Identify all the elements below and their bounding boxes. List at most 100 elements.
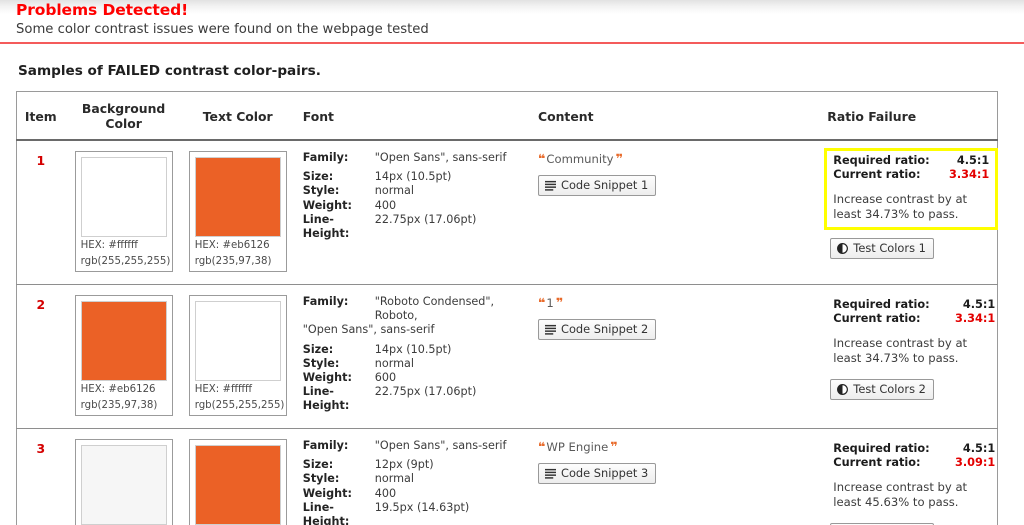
font-weight-row: Weight:400 bbox=[303, 199, 521, 213]
page-subtitle: Some color contrast issues were found on… bbox=[16, 21, 1008, 38]
test-colors-button-wrapper: Test Colors 1 bbox=[830, 230, 993, 259]
required-ratio-row: Required ratio:4.5:1 bbox=[833, 298, 995, 312]
font-line-height-row: Line-Height:19.5px (14.63pt) bbox=[303, 501, 521, 525]
contrast-results-table: Item Background Color Text Color Font Co… bbox=[16, 91, 998, 525]
font-size-value: 12px (9pt) bbox=[375, 458, 434, 472]
font-line-height-label: Line-Height: bbox=[303, 501, 375, 525]
font-family-label: Family: bbox=[303, 439, 375, 453]
test-colors-button-label: Test Colors 2 bbox=[853, 382, 926, 396]
background-color-rgb: rgb(235,97,38) bbox=[81, 397, 167, 413]
background-color-cell: HEX: #f6f6f6rgb(246,246,246) bbox=[65, 429, 183, 525]
font-style-value: normal bbox=[375, 472, 414, 486]
quote-close-icon: ❞ bbox=[610, 439, 616, 454]
column-header-background-color-line1: Background bbox=[82, 101, 165, 116]
font-family-row: Family:"Open Sans", sans-serif bbox=[303, 151, 521, 165]
background-color-hex: HEX: #eb6126 bbox=[81, 381, 167, 397]
font-style-row: Style:normal bbox=[303, 184, 521, 198]
required-ratio-label: Required ratio: bbox=[833, 442, 929, 456]
quote-close-icon: ❞ bbox=[616, 151, 622, 166]
text-color-swatch: HEX: #eb6126rgb(235,97,38) bbox=[189, 151, 287, 272]
required-ratio-value: 4.5:1 bbox=[963, 442, 995, 456]
font-family-row: Family:"Roboto Condensed", Roboto, bbox=[303, 295, 521, 323]
quote-close-icon: ❞ bbox=[556, 295, 562, 310]
text-color-rgb: rgb(255,255,255) bbox=[195, 397, 281, 413]
font-size-value: 14px (10.5pt) bbox=[375, 170, 452, 184]
font-style-label: Style: bbox=[303, 184, 375, 198]
row-item-number: 1 bbox=[17, 140, 65, 285]
font-family-value: "Roboto Condensed", Roboto, bbox=[375, 295, 521, 323]
results-table-wrapper: Item Background Color Text Color Font Co… bbox=[0, 91, 1024, 525]
font-family-line2: "Open Sans", sans-serif bbox=[303, 323, 521, 337]
content-sample: ❝WP Engine❞ bbox=[538, 439, 813, 455]
column-header-font: Font bbox=[293, 92, 525, 141]
test-colors-button[interactable]: Test Colors 1 bbox=[830, 238, 934, 259]
required-ratio-row: Required ratio: 4.5:1 bbox=[833, 442, 995, 456]
content-cell: ❝WP Engine❞ Code Snippet 3 bbox=[525, 429, 817, 525]
column-header-background-color: Background Color bbox=[65, 92, 183, 141]
background-color-rgb: rgb(255,255,255) bbox=[81, 253, 167, 269]
font-line-height-label: Line-Height: bbox=[303, 213, 375, 241]
font-details: Family:"Open Sans", sans-serifSize:12px … bbox=[303, 439, 521, 525]
code-snippet-button-label: Code Snippet 3 bbox=[561, 466, 648, 480]
font-style-row: Style:normal bbox=[303, 472, 521, 486]
background-color-chip bbox=[81, 157, 167, 237]
ratio-advice-text: Increase contrast by at least 34.73% to … bbox=[833, 192, 989, 221]
column-header-text-color: Text Color bbox=[183, 92, 293, 141]
current-ratio-value: 3.34:1 bbox=[955, 312, 995, 326]
current-ratio-row: Current ratio:3.09:1 bbox=[833, 456, 995, 470]
font-weight-label: Weight: bbox=[303, 371, 375, 385]
background-color-swatch: HEX: #f6f6f6rgb(246,246,246) bbox=[75, 439, 173, 525]
ratio-advice-text: Increase contrast by at least 45.63% to … bbox=[833, 480, 995, 509]
required-ratio-label: Required ratio: bbox=[833, 298, 929, 312]
font-line-height-label: Line-Height: bbox=[303, 385, 375, 413]
column-header-ratio-failure: Ratio Failure bbox=[817, 92, 997, 141]
font-details: Family:"Roboto Condensed", Roboto,"Open … bbox=[303, 295, 521, 414]
code-lines-icon bbox=[545, 324, 556, 335]
code-lines-icon bbox=[545, 180, 556, 191]
font-weight-row: Weight:600 bbox=[303, 371, 521, 385]
background-color-chip bbox=[81, 301, 167, 381]
font-weight-value: 600 bbox=[375, 371, 396, 385]
code-snippet-button-label: Code Snippet 2 bbox=[561, 322, 648, 336]
font-line-height-value: 22.75px (17.06pt) bbox=[375, 385, 477, 413]
font-details: Family:"Open Sans", sans-serifSize:14px … bbox=[303, 151, 521, 241]
font-line-height-row: Line-Height:22.75px (17.06pt) bbox=[303, 213, 521, 241]
content-cell: ❝Community❞Code Snippet 1 bbox=[525, 140, 817, 285]
table-header: Item Background Color Text Color Font Co… bbox=[17, 92, 998, 141]
current-ratio-row: Current ratio: 3.34:1 bbox=[833, 168, 989, 182]
ratio-summary-box: Required ratio: 4.5:1Current ratio:3.09:1… bbox=[827, 439, 1001, 515]
current-ratio-label: Current ratio: bbox=[833, 168, 920, 182]
content-sample-text: Community bbox=[544, 152, 615, 166]
font-cell: Family:"Open Sans", sans-serifSize:12px … bbox=[293, 429, 525, 525]
code-snippet-button[interactable]: Code Snippet 1 bbox=[538, 175, 656, 196]
report-header: Problems Detected! Some color contrast i… bbox=[0, 0, 1024, 38]
row-item-number: 2 bbox=[17, 285, 65, 429]
content-cell: ❝1❞Code Snippet 2 bbox=[525, 285, 817, 429]
font-style-value: normal bbox=[375, 357, 414, 371]
font-size-label: Size: bbox=[303, 343, 375, 357]
header-divider bbox=[0, 42, 1024, 44]
font-size-row: Size:14px (10.5pt) bbox=[303, 343, 521, 357]
table-body: 1HEX: #ffffffrgb(255,255,255)HEX: #eb612… bbox=[17, 140, 998, 525]
code-snippet-button[interactable]: Code Snippet 2 bbox=[538, 319, 656, 340]
code-snippet-button-label: Code Snippet 1 bbox=[561, 178, 648, 192]
font-size-row: Size:12px (9pt) bbox=[303, 458, 521, 472]
font-weight-value: 400 bbox=[375, 487, 396, 501]
code-snippet-button[interactable]: Code Snippet 3 bbox=[538, 463, 656, 484]
font-weight-label: Weight: bbox=[303, 199, 375, 213]
font-line-height-row: Line-Height:22.75px (17.06pt) bbox=[303, 385, 521, 413]
font-line-height-value: 22.75px (17.06pt) bbox=[375, 213, 477, 241]
font-weight-label: Weight: bbox=[303, 487, 375, 501]
font-line-height-value: 19.5px (14.63pt) bbox=[375, 501, 469, 525]
page-title: Problems Detected! bbox=[16, 0, 1008, 19]
ratio-summary-box: Required ratio:4.5:1Current ratio:3.34:1… bbox=[824, 148, 998, 230]
test-colors-button[interactable]: Test Colors 2 bbox=[830, 379, 934, 400]
current-ratio-label: Current ratio: bbox=[833, 312, 920, 326]
row-item-number: 3 bbox=[17, 429, 65, 525]
font-style-label: Style: bbox=[303, 357, 375, 371]
font-size-value: 14px (10.5pt) bbox=[375, 343, 452, 357]
ratio-summary-box: Required ratio:4.5:1Current ratio: 3.34:1… bbox=[827, 295, 1001, 371]
text-color-chip bbox=[195, 157, 281, 237]
required-ratio-label: Required ratio: bbox=[833, 154, 929, 168]
current-ratio-value: 3.34:1 bbox=[949, 168, 989, 182]
